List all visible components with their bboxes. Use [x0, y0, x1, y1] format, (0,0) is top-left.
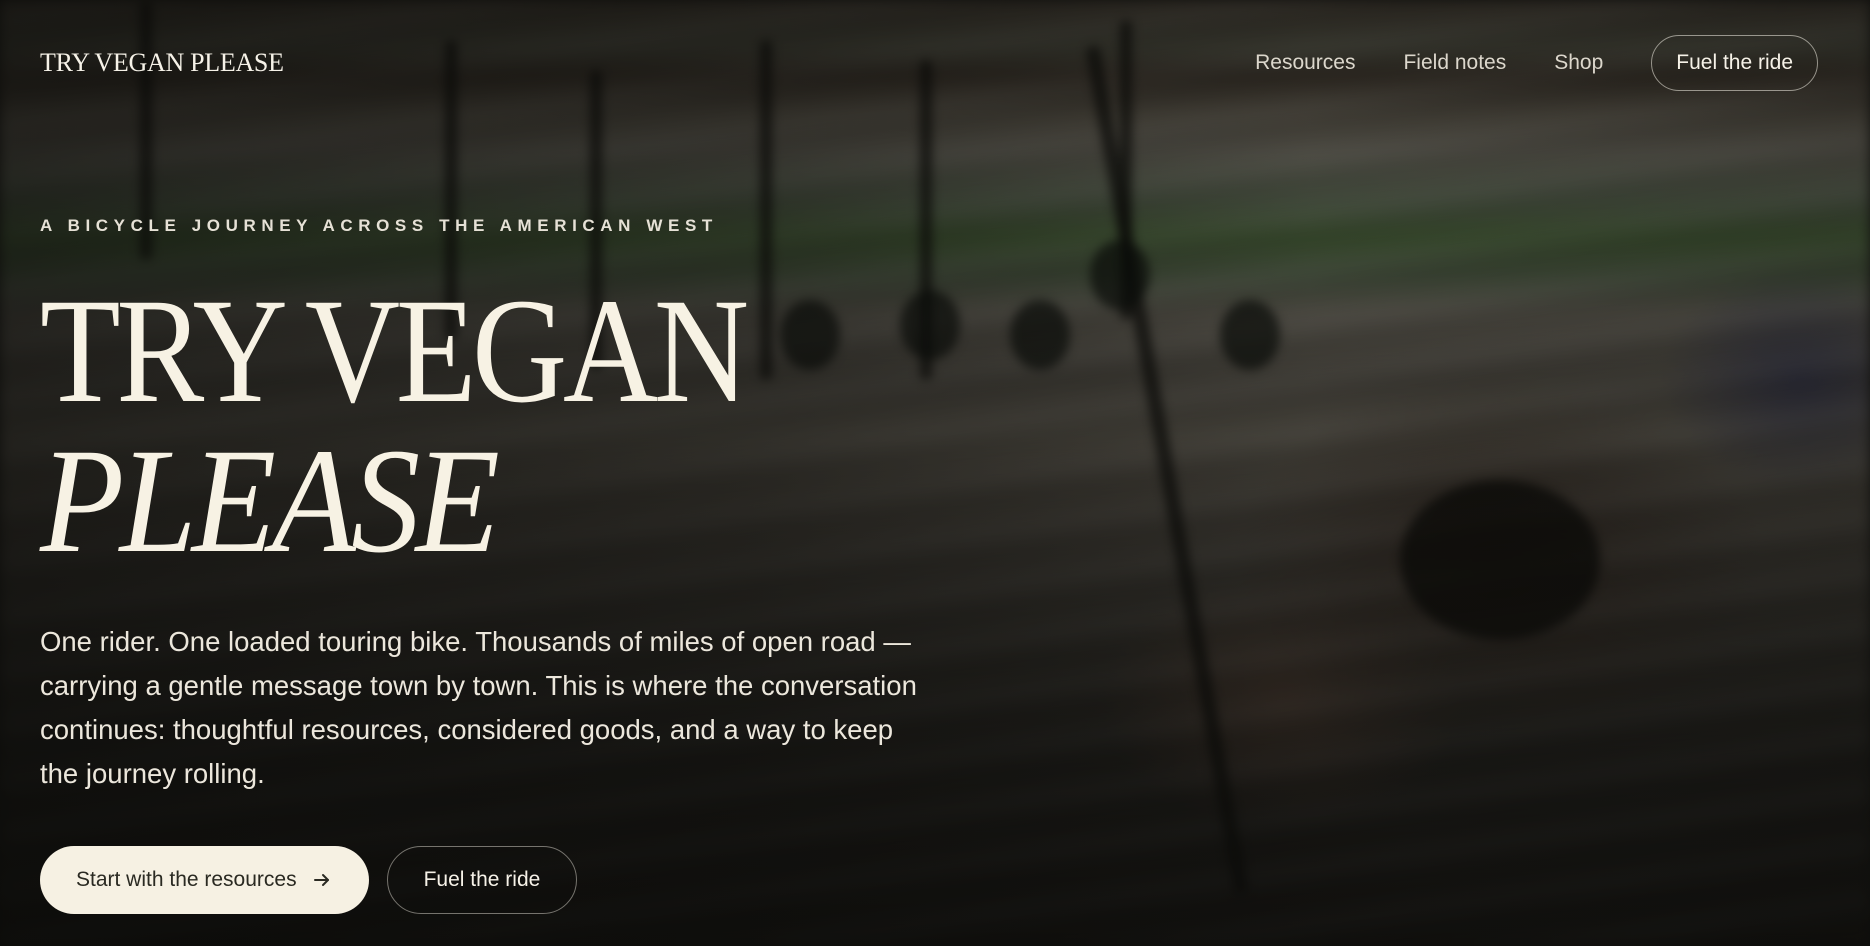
hero-eyebrow: A BICYCLE JOURNEY ACROSS THE AMERICAN WE…: [40, 216, 718, 235]
start-with-resources-label: Start with the resources: [76, 868, 297, 891]
hero-headline: TRY VEGAN PLEASE: [40, 276, 940, 576]
arrow-right-icon: [311, 869, 333, 891]
nav-link-field-notes[interactable]: Field notes: [1403, 51, 1506, 75]
start-with-resources-button[interactable]: Start with the resources: [40, 846, 369, 914]
site-logo[interactable]: TRY VEGAN PLEASE: [40, 48, 284, 78]
nav-link-shop[interactable]: Shop: [1554, 51, 1603, 75]
nav-link-resources[interactable]: Resources: [1255, 51, 1355, 75]
fuel-the-ride-button[interactable]: Fuel the ride: [386, 846, 578, 914]
hero-section: TRY VEGAN PLEASE Resources Field notes S…: [0, 0, 1870, 946]
main-nav: Resources Field notes Shop Fuel the ride: [1255, 35, 1818, 91]
headline-line-1: TRY VEGAN: [40, 268, 749, 434]
site-header: TRY VEGAN PLEASE Resources Field notes S…: [40, 34, 1818, 92]
hero-description: One rider. One loaded touring bike. Thou…: [40, 626, 917, 789]
headline-line-2: PLEASE: [40, 418, 500, 584]
hero-content: A BICYCLE JOURNEY ACROSS THE AMERICAN WE…: [40, 216, 940, 914]
hero-actions: Start with the resources Fuel the ride: [40, 846, 940, 914]
fuel-the-ride-nav-button[interactable]: Fuel the ride: [1651, 35, 1818, 91]
